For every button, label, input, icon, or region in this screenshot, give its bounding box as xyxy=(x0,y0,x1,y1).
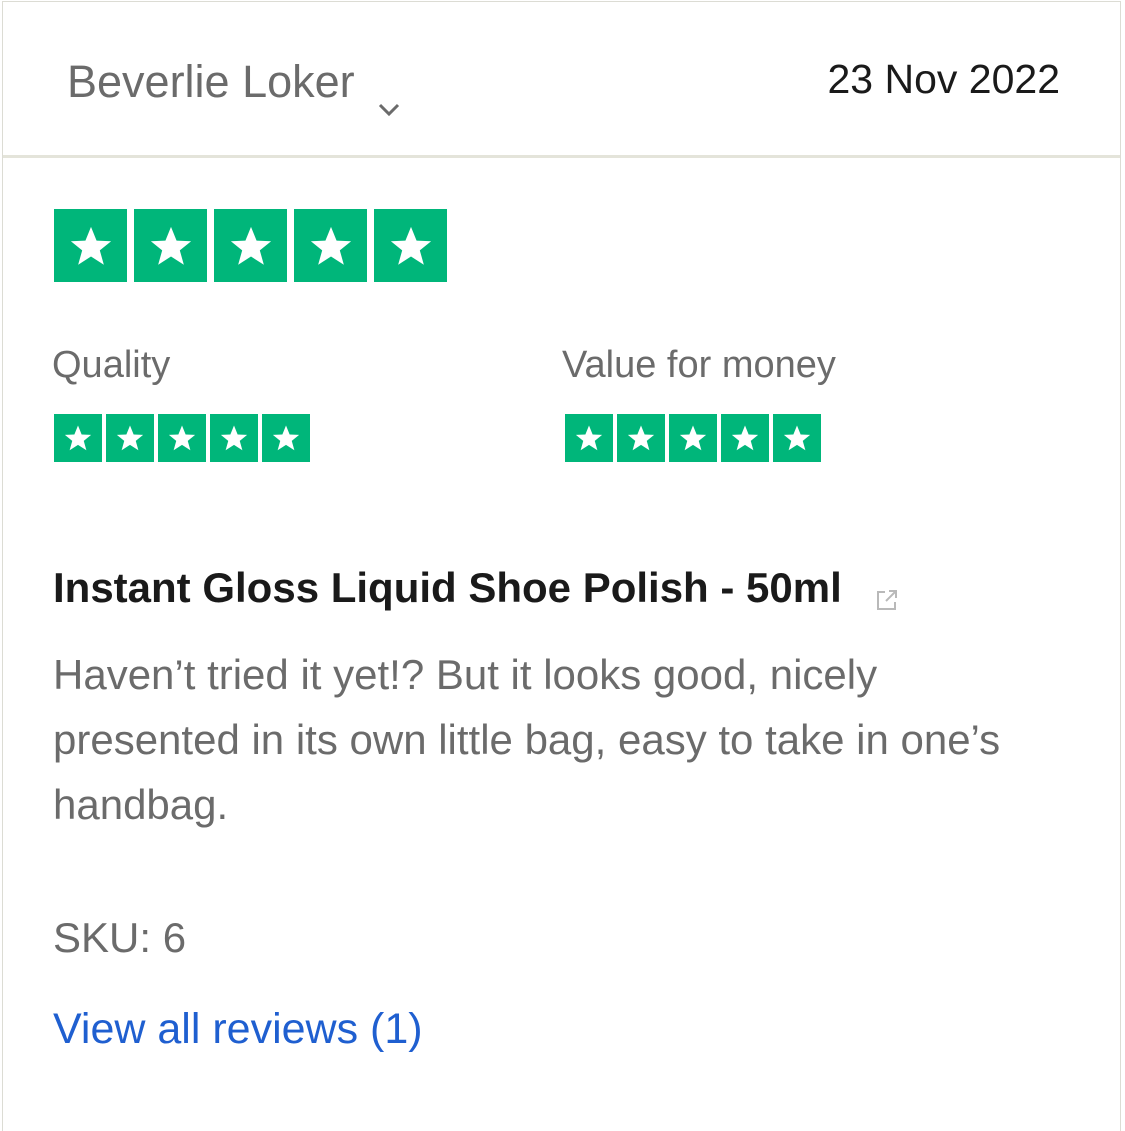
review-header: Beverlie Loker 23 Nov 2022 xyxy=(3,2,1120,158)
sub-rating-label-value: Value for money xyxy=(562,344,836,386)
star-icon xyxy=(294,209,367,282)
review-card: Beverlie Loker 23 Nov 2022 Quality Value… xyxy=(2,1,1121,1131)
star-icon xyxy=(214,209,287,282)
star-icon xyxy=(54,209,127,282)
reviewer-name: Beverlie Loker xyxy=(67,56,355,107)
external-link-icon[interactable] xyxy=(874,575,900,610)
star-icon xyxy=(617,414,665,462)
review-text: Haven’t tried it yet!? But it looks good… xyxy=(53,651,1001,828)
star-icon xyxy=(262,414,310,462)
view-all-reviews-link[interactable]: View all reviews (1) xyxy=(53,1005,423,1054)
product-title: Instant Gloss Liquid Shoe Polish - 50ml xyxy=(53,564,842,611)
chevron-down-icon xyxy=(377,77,401,117)
star-icon xyxy=(773,414,821,462)
star-icon xyxy=(106,414,154,462)
star-icon xyxy=(210,414,258,462)
star-icon xyxy=(54,414,102,462)
sub-rating-label-quality: Quality xyxy=(52,344,171,386)
star-icon xyxy=(158,414,206,462)
star-icon xyxy=(134,209,207,282)
star-icon xyxy=(669,414,717,462)
quality-star-rating xyxy=(54,414,310,462)
value-star-rating xyxy=(565,414,821,462)
review-date: 23 Nov 2022 xyxy=(827,56,1060,102)
reviewer-dropdown[interactable]: Beverlie Loker xyxy=(67,56,401,117)
product-title-link[interactable]: Instant Gloss Liquid Shoe Polish - 50ml xyxy=(53,564,900,612)
product-sku: SKU: 6 xyxy=(53,914,187,961)
star-icon xyxy=(565,414,613,462)
star-icon xyxy=(374,209,447,282)
star-icon xyxy=(721,414,769,462)
overall-star-rating xyxy=(54,209,447,282)
